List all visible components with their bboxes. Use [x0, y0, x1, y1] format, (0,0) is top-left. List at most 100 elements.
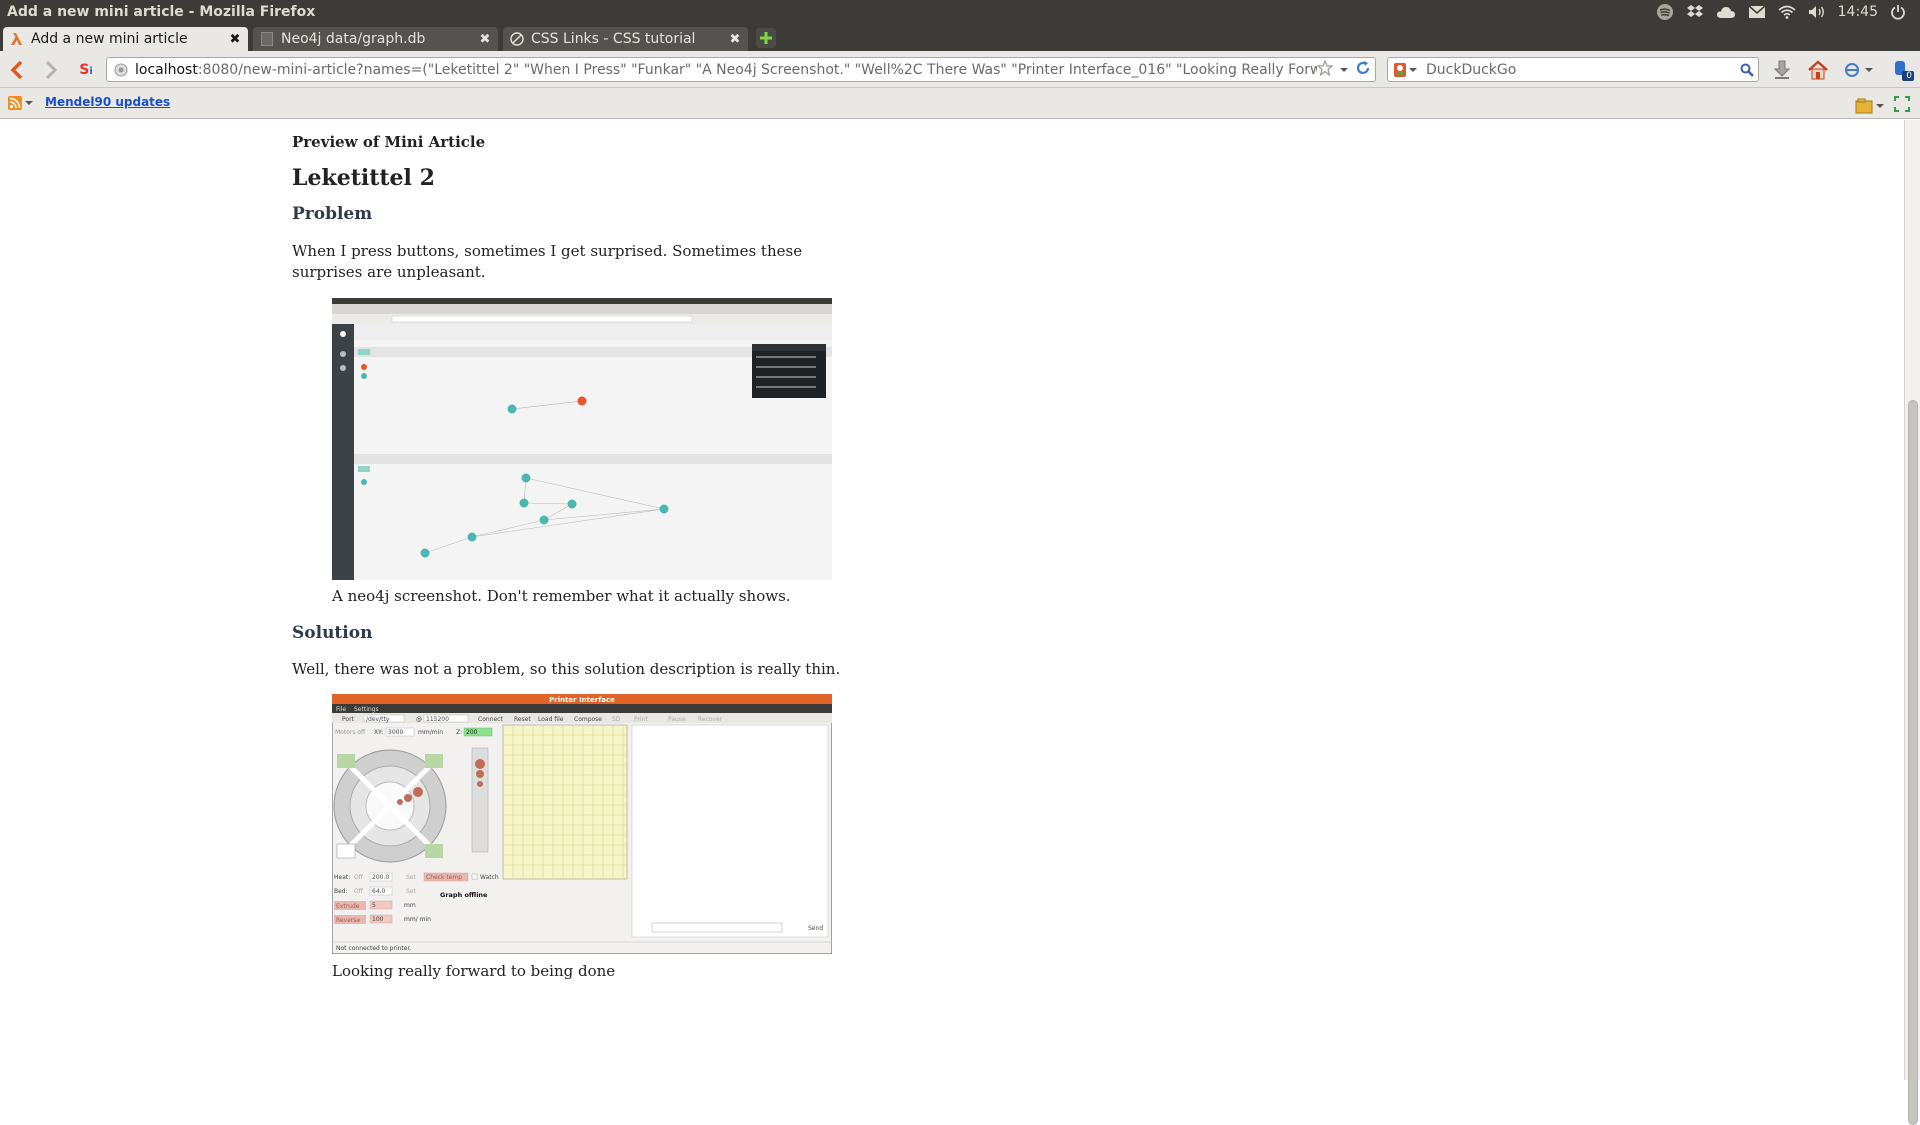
printer-z-label: Z: — [456, 729, 462, 736]
printer-bed-value: 64.0 — [372, 888, 386, 895]
preview-label: Preview of Mini Article — [292, 133, 486, 151]
cloud-icon[interactable] — [1716, 5, 1736, 19]
printer-xy-value: 3000 — [388, 729, 403, 736]
printer-interface-image: Printer Interface File Settings Port /de… — [331, 693, 833, 955]
printer-baud-value: 115200 — [426, 716, 449, 723]
solution-heading: Solution — [292, 623, 373, 643]
tab-neo4j[interactable]: Neo4j data/graph.db ✖ — [253, 27, 498, 51]
back-button[interactable] — [6, 59, 28, 81]
scrollbar-thumb[interactable] — [1908, 400, 1918, 1125]
url-text[interactable]: localhost:8080/new-mini-article?names=("… — [131, 62, 1317, 78]
tab-css-links[interactable]: CSS Links - CSS tutorial ✖ — [503, 27, 748, 51]
plus-icon — [760, 32, 772, 44]
new-tab-button[interactable] — [756, 28, 776, 48]
power-icon[interactable] — [1890, 4, 1906, 20]
printer-baud-at: @ — [416, 716, 422, 723]
printer-heat-label: Heat: — [334, 874, 350, 881]
addon-badge: 0 — [1904, 71, 1914, 81]
printer-reverse-value: 100 — [372, 916, 384, 923]
tab-label: Neo4j data/graph.db — [281, 31, 426, 47]
bookmarks-menu-button[interactable] — [1855, 98, 1884, 114]
page-content: Preview of Mini Article Leketittel 2 Pro… — [0, 120, 1904, 1080]
search-go-button[interactable] — [1736, 63, 1758, 77]
tab-strip: Add a new mini article ✖ Neo4j data/grap… — [0, 24, 1920, 51]
printer-reverse: Reverse — [336, 917, 360, 924]
url-bar[interactable]: localhost:8080/new-mini-article?names=("… — [106, 57, 1376, 82]
fullscreen-button[interactable] — [1894, 96, 1910, 116]
printer-watch: Watch — [480, 874, 499, 881]
bookmarks-menu-icon — [1855, 98, 1873, 114]
vertical-scrollbar[interactable] — [1904, 120, 1920, 1125]
download-icon — [1773, 60, 1791, 79]
downloads-button[interactable] — [1770, 59, 1794, 81]
printer-xy-label: XY: — [374, 729, 383, 736]
tab-label: Add a new mini article — [31, 31, 188, 47]
close-tab-icon[interactable]: ✖ — [728, 32, 742, 47]
back-arrow-icon — [10, 61, 23, 79]
bookmark-star-icon[interactable] — [1316, 58, 1334, 80]
url-host: localhost — [135, 61, 198, 78]
search-engine-selector[interactable] — [1388, 62, 1422, 78]
printer-bed-label: Bed: — [334, 888, 348, 895]
neo4j-screenshot-drawing — [332, 298, 832, 580]
printer-sd: SD — [612, 716, 621, 723]
system-indicators: 14:45 — [1656, 0, 1920, 24]
home-icon — [1808, 60, 1828, 80]
printer-heat-off: Off — [354, 874, 364, 881]
close-tab-icon[interactable]: ✖ — [478, 32, 492, 47]
printer-port-value: /dev/tty — [366, 716, 390, 723]
stumbleupon-icon: Si — [79, 62, 93, 78]
lambda-favicon-icon — [9, 31, 25, 47]
mail-icon[interactable] — [1748, 5, 1766, 19]
printer-status: Not connected to printer. — [336, 945, 411, 952]
article-title: Leketittel 2 — [292, 165, 435, 191]
printer-interface-drawing: Printer Interface File Settings Port /de… — [331, 693, 833, 955]
forward-arrow-icon — [45, 61, 58, 79]
dropbox-icon[interactable] — [1686, 4, 1704, 20]
search-bar[interactable]: DuckDuckGo — [1387, 57, 1759, 82]
printer-menu-file: File — [336, 706, 346, 713]
printer-print: Print — [634, 716, 648, 723]
tab-add-mini-article[interactable]: Add a new mini article ✖ — [3, 27, 248, 51]
bookmarks-toolbar: Mendel90 updates — [0, 88, 1920, 119]
problem-heading: Problem — [292, 204, 373, 224]
printer-connect: Connect — [478, 716, 503, 723]
printer-recover: Recover — [698, 716, 723, 723]
duckduckgo-icon — [1394, 62, 1406, 77]
bookmark-mendel90-updates[interactable]: Mendel90 updates — [45, 95, 170, 109]
printer-jog-dial — [333, 749, 447, 863]
clock[interactable]: 14:45 — [1838, 4, 1878, 20]
printer-port-label: Port — [342, 716, 355, 723]
close-tab-icon[interactable]: ✖ — [228, 32, 242, 47]
sync-button[interactable] — [1842, 59, 1874, 81]
spotify-icon[interactable] — [1656, 3, 1674, 21]
printer-mm: mm — [404, 902, 416, 909]
blank-page-favicon-icon — [259, 31, 275, 47]
home-button[interactable] — [1806, 59, 1830, 81]
chevron-down-icon — [1409, 67, 1417, 72]
printer-pause: Pause — [668, 716, 686, 723]
search-icon — [1740, 63, 1754, 77]
url-path: :8080/new-mini-article?names=("Leketitte… — [197, 61, 1317, 78]
css-favicon-icon — [509, 31, 525, 47]
url-dropdown-icon[interactable] — [1339, 62, 1349, 78]
printer-mm-min-2: mm/ min — [404, 916, 431, 923]
figure1-caption: A neo4j screenshot. Don't remember what … — [332, 587, 791, 605]
printer-compose: Compose — [574, 716, 602, 723]
stumbleupon-button[interactable]: Si — [75, 59, 97, 81]
printer-reset: Reset — [514, 716, 531, 723]
printer-motors-off: Motors off — [335, 729, 366, 736]
rss-feed-button[interactable] — [8, 96, 33, 110]
printer-extrude-value: 5 — [372, 902, 376, 909]
wifi-icon[interactable] — [1778, 5, 1796, 19]
url-actions — [1316, 58, 1375, 80]
rss-icon — [8, 96, 22, 110]
volume-icon[interactable] — [1808, 5, 1826, 19]
sync-icon — [1845, 63, 1859, 77]
reload-icon[interactable] — [1355, 60, 1371, 80]
forward-button[interactable] — [40, 59, 62, 81]
printer-graph-offline: Graph offline — [440, 891, 488, 899]
addon-button[interactable]: 0 — [1890, 59, 1914, 81]
window-title: Add a new mini article - Mozilla Firefox — [7, 4, 316, 20]
globe-icon — [111, 63, 131, 77]
